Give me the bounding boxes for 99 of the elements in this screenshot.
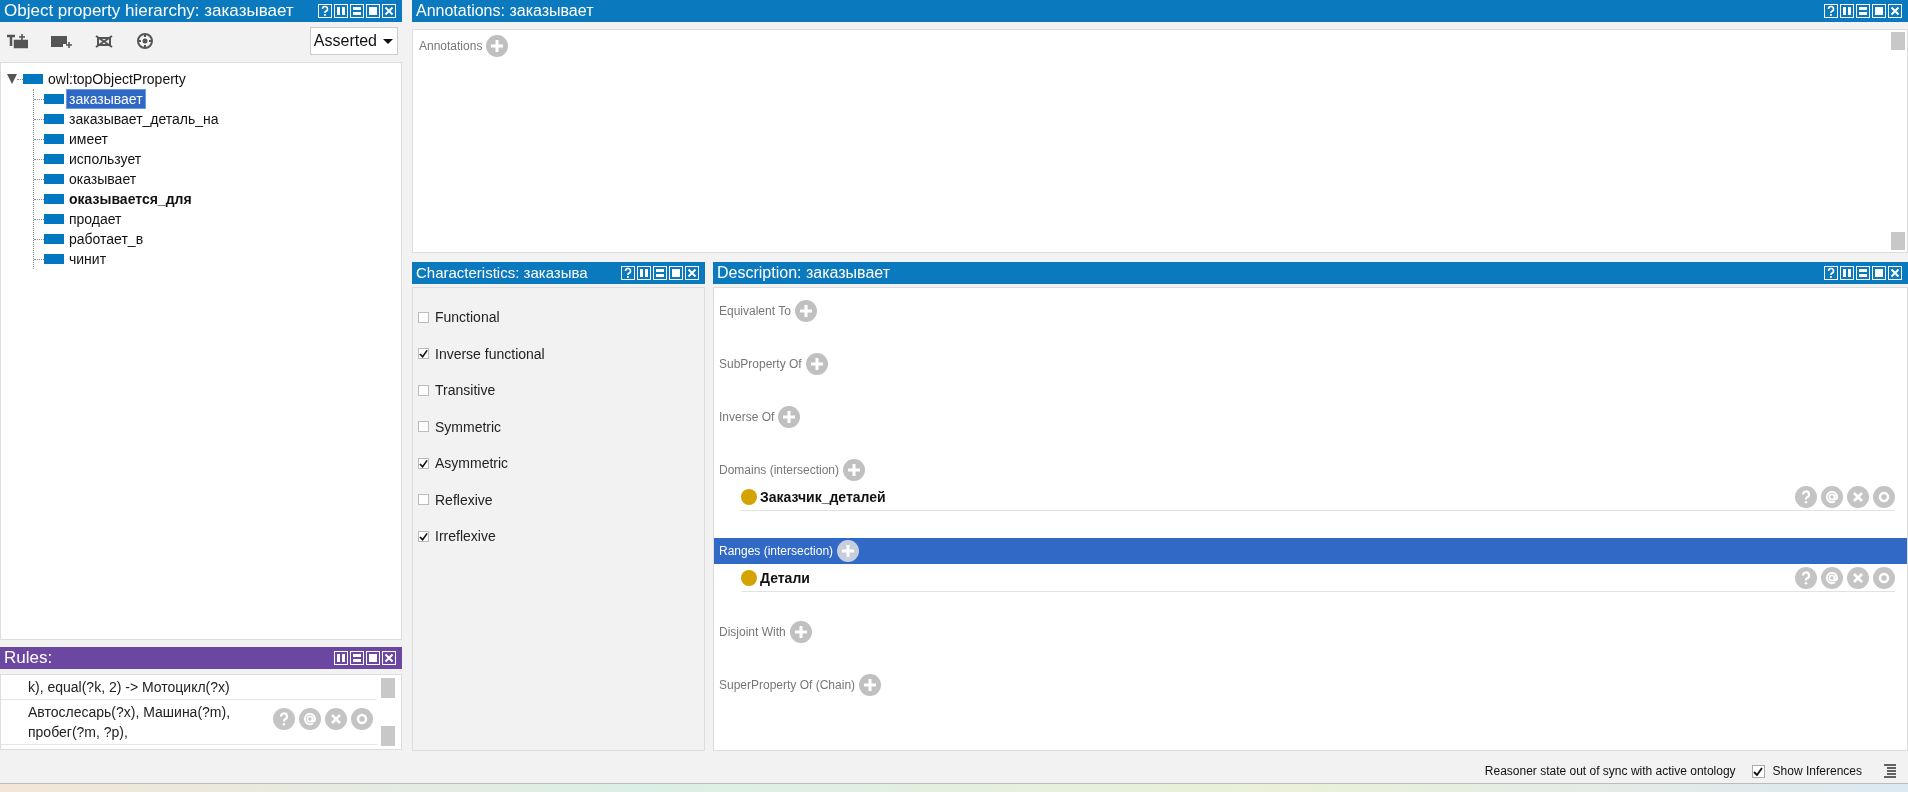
split-horizontal-icon[interactable]: [350, 4, 364, 18]
panel-title: Characteristics: заказыва: [416, 263, 589, 283]
split-horizontal-icon[interactable]: [1856, 4, 1870, 18]
section-header[interactable]: Equivalent To: [714, 298, 1907, 324]
split-vertical-icon[interactable]: [637, 266, 651, 280]
section-label: Annotations: [419, 38, 483, 55]
checkbox-label: Asymmetric: [435, 455, 509, 472]
section-header[interactable]: Domains (intersection): [714, 457, 1907, 483]
close-icon[interactable]: [685, 266, 699, 280]
property-icon: [44, 134, 64, 144]
rule-text: Автослесарь(?x), Машина(?m), пробег(?m, ?p),: [28, 703, 232, 742]
checkbox-label: Irreflexive: [435, 528, 496, 545]
rule-text: k), equal(?k, 2) -> Мотоцикл(?x): [28, 678, 231, 697]
help-icon[interactable]: [621, 266, 635, 280]
checkbox[interactable]: [418, 421, 429, 433]
tree-item[interactable]: оказывается_для: [67, 190, 194, 208]
checkbox[interactable]: [418, 384, 429, 396]
property-icon: [44, 154, 64, 164]
check-icon: [419, 458, 428, 468]
property-icon: [44, 194, 64, 204]
maximize-icon[interactable]: [366, 4, 380, 18]
list-icon[interactable]: [1884, 764, 1896, 778]
status-message: Reasoner state out of sync with active ontology: [1484, 764, 1736, 778]
maximize-icon[interactable]: [1872, 266, 1886, 280]
property-icon: [44, 94, 64, 104]
property-icon: [23, 74, 43, 84]
split-horizontal-icon[interactable]: [350, 651, 364, 665]
help-icon[interactable]: [318, 4, 332, 18]
property-icon: [44, 114, 64, 124]
split-vertical-icon[interactable]: [1840, 266, 1854, 280]
section-label: Ranges (intersection): [719, 544, 834, 558]
section-header[interactable]: Inverse Of: [714, 404, 1907, 430]
panel-title: Rules:: [4, 647, 54, 669]
split-vertical-icon[interactable]: [334, 651, 348, 665]
property-icon: [44, 214, 64, 224]
property-icon: [44, 254, 64, 264]
checkbox-label: Inverse functional: [435, 345, 545, 362]
tree-item[interactable]: owl:topObjectProperty: [46, 70, 188, 88]
maximize-icon[interactable]: [1872, 4, 1886, 18]
tree-item[interactable]: имеет: [67, 130, 110, 148]
tree-item[interactable]: продает: [67, 210, 124, 228]
panel-title: Annotations: заказывает: [416, 1, 595, 21]
checkbox[interactable]: [418, 530, 429, 542]
tree-item[interactable]: заказывает_деталь_на: [67, 110, 221, 128]
panel-title: Description: заказывает: [717, 263, 891, 283]
checkbox-label: Reflexive: [435, 491, 493, 508]
expand-triangle-icon[interactable]: [7, 74, 17, 84]
checkbox[interactable]: [418, 457, 429, 469]
delete-icon[interactable]: [94, 33, 114, 49]
check-icon: [419, 349, 428, 359]
split-vertical-icon[interactable]: [334, 4, 348, 18]
checkbox[interactable]: [418, 311, 429, 323]
checkbox[interactable]: [418, 348, 429, 360]
add-sibling-icon[interactable]: [50, 33, 72, 49]
checkbox-label: Symmetric: [435, 418, 502, 435]
check-icon: [419, 531, 428, 541]
close-icon[interactable]: [382, 651, 396, 665]
target-icon[interactable]: [136, 32, 154, 50]
split-horizontal-icon[interactable]: [653, 266, 667, 280]
add-subproperty-icon[interactable]: [6, 33, 28, 49]
checkbox-label: Show Inferences: [1772, 764, 1862, 778]
tree-item[interactable]: работает_в: [67, 230, 146, 248]
checkbox-label: Transitive: [435, 382, 496, 399]
section-label: SuperProperty Of (Chain): [719, 678, 856, 692]
panel-title: Object property hierarchy: заказывает: [4, 0, 295, 22]
close-icon[interactable]: [1888, 266, 1902, 280]
section-header[interactable]: SubProperty Of: [714, 351, 1907, 377]
property-icon: [44, 174, 64, 184]
tree-item[interactable]: чинит: [67, 250, 109, 268]
section-header[interactable]: Disjoint With: [714, 619, 1907, 645]
split-horizontal-icon[interactable]: [1856, 266, 1870, 280]
checkbox[interactable]: [1751, 764, 1765, 778]
section-label: Equivalent To: [719, 304, 791, 318]
split-vertical-icon[interactable]: [1840, 4, 1854, 18]
section-label: Domains (intersection): [719, 463, 840, 477]
checkbox-label: Functional: [435, 309, 500, 326]
caret-icon: [383, 38, 393, 44]
tree-item[interactable]: оказывает: [67, 170, 139, 188]
property-icon: [44, 234, 64, 244]
section-header[interactable]: Ranges (intersection): [714, 538, 1907, 564]
tree-item[interactable]: заказывает: [67, 90, 145, 108]
check-icon: [1753, 766, 1764, 776]
help-icon[interactable]: [1824, 266, 1838, 280]
section-header[interactable]: SuperProperty Of (Chain): [714, 672, 1907, 698]
add-icon[interactable]: [837, 540, 860, 562]
tree-item[interactable]: использует: [67, 150, 144, 168]
maximize-icon[interactable]: [669, 266, 683, 280]
view-dropdown[interactable]: Asserted: [309, 27, 398, 55]
class-name[interactable]: Детали: [760, 570, 1795, 586]
close-icon[interactable]: [1888, 4, 1902, 18]
close-icon[interactable]: [382, 4, 396, 18]
section-label: Inverse Of: [719, 410, 775, 424]
section-label: Disjoint With: [719, 625, 786, 639]
maximize-icon[interactable]: [366, 651, 380, 665]
help-icon[interactable]: [1824, 4, 1838, 18]
section-label: SubProperty Of: [719, 357, 802, 371]
scrollbar[interactable]: [1891, 30, 1907, 252]
checkbox[interactable]: [418, 494, 429, 506]
class-name[interactable]: Заказчик_деталей: [760, 489, 1795, 505]
